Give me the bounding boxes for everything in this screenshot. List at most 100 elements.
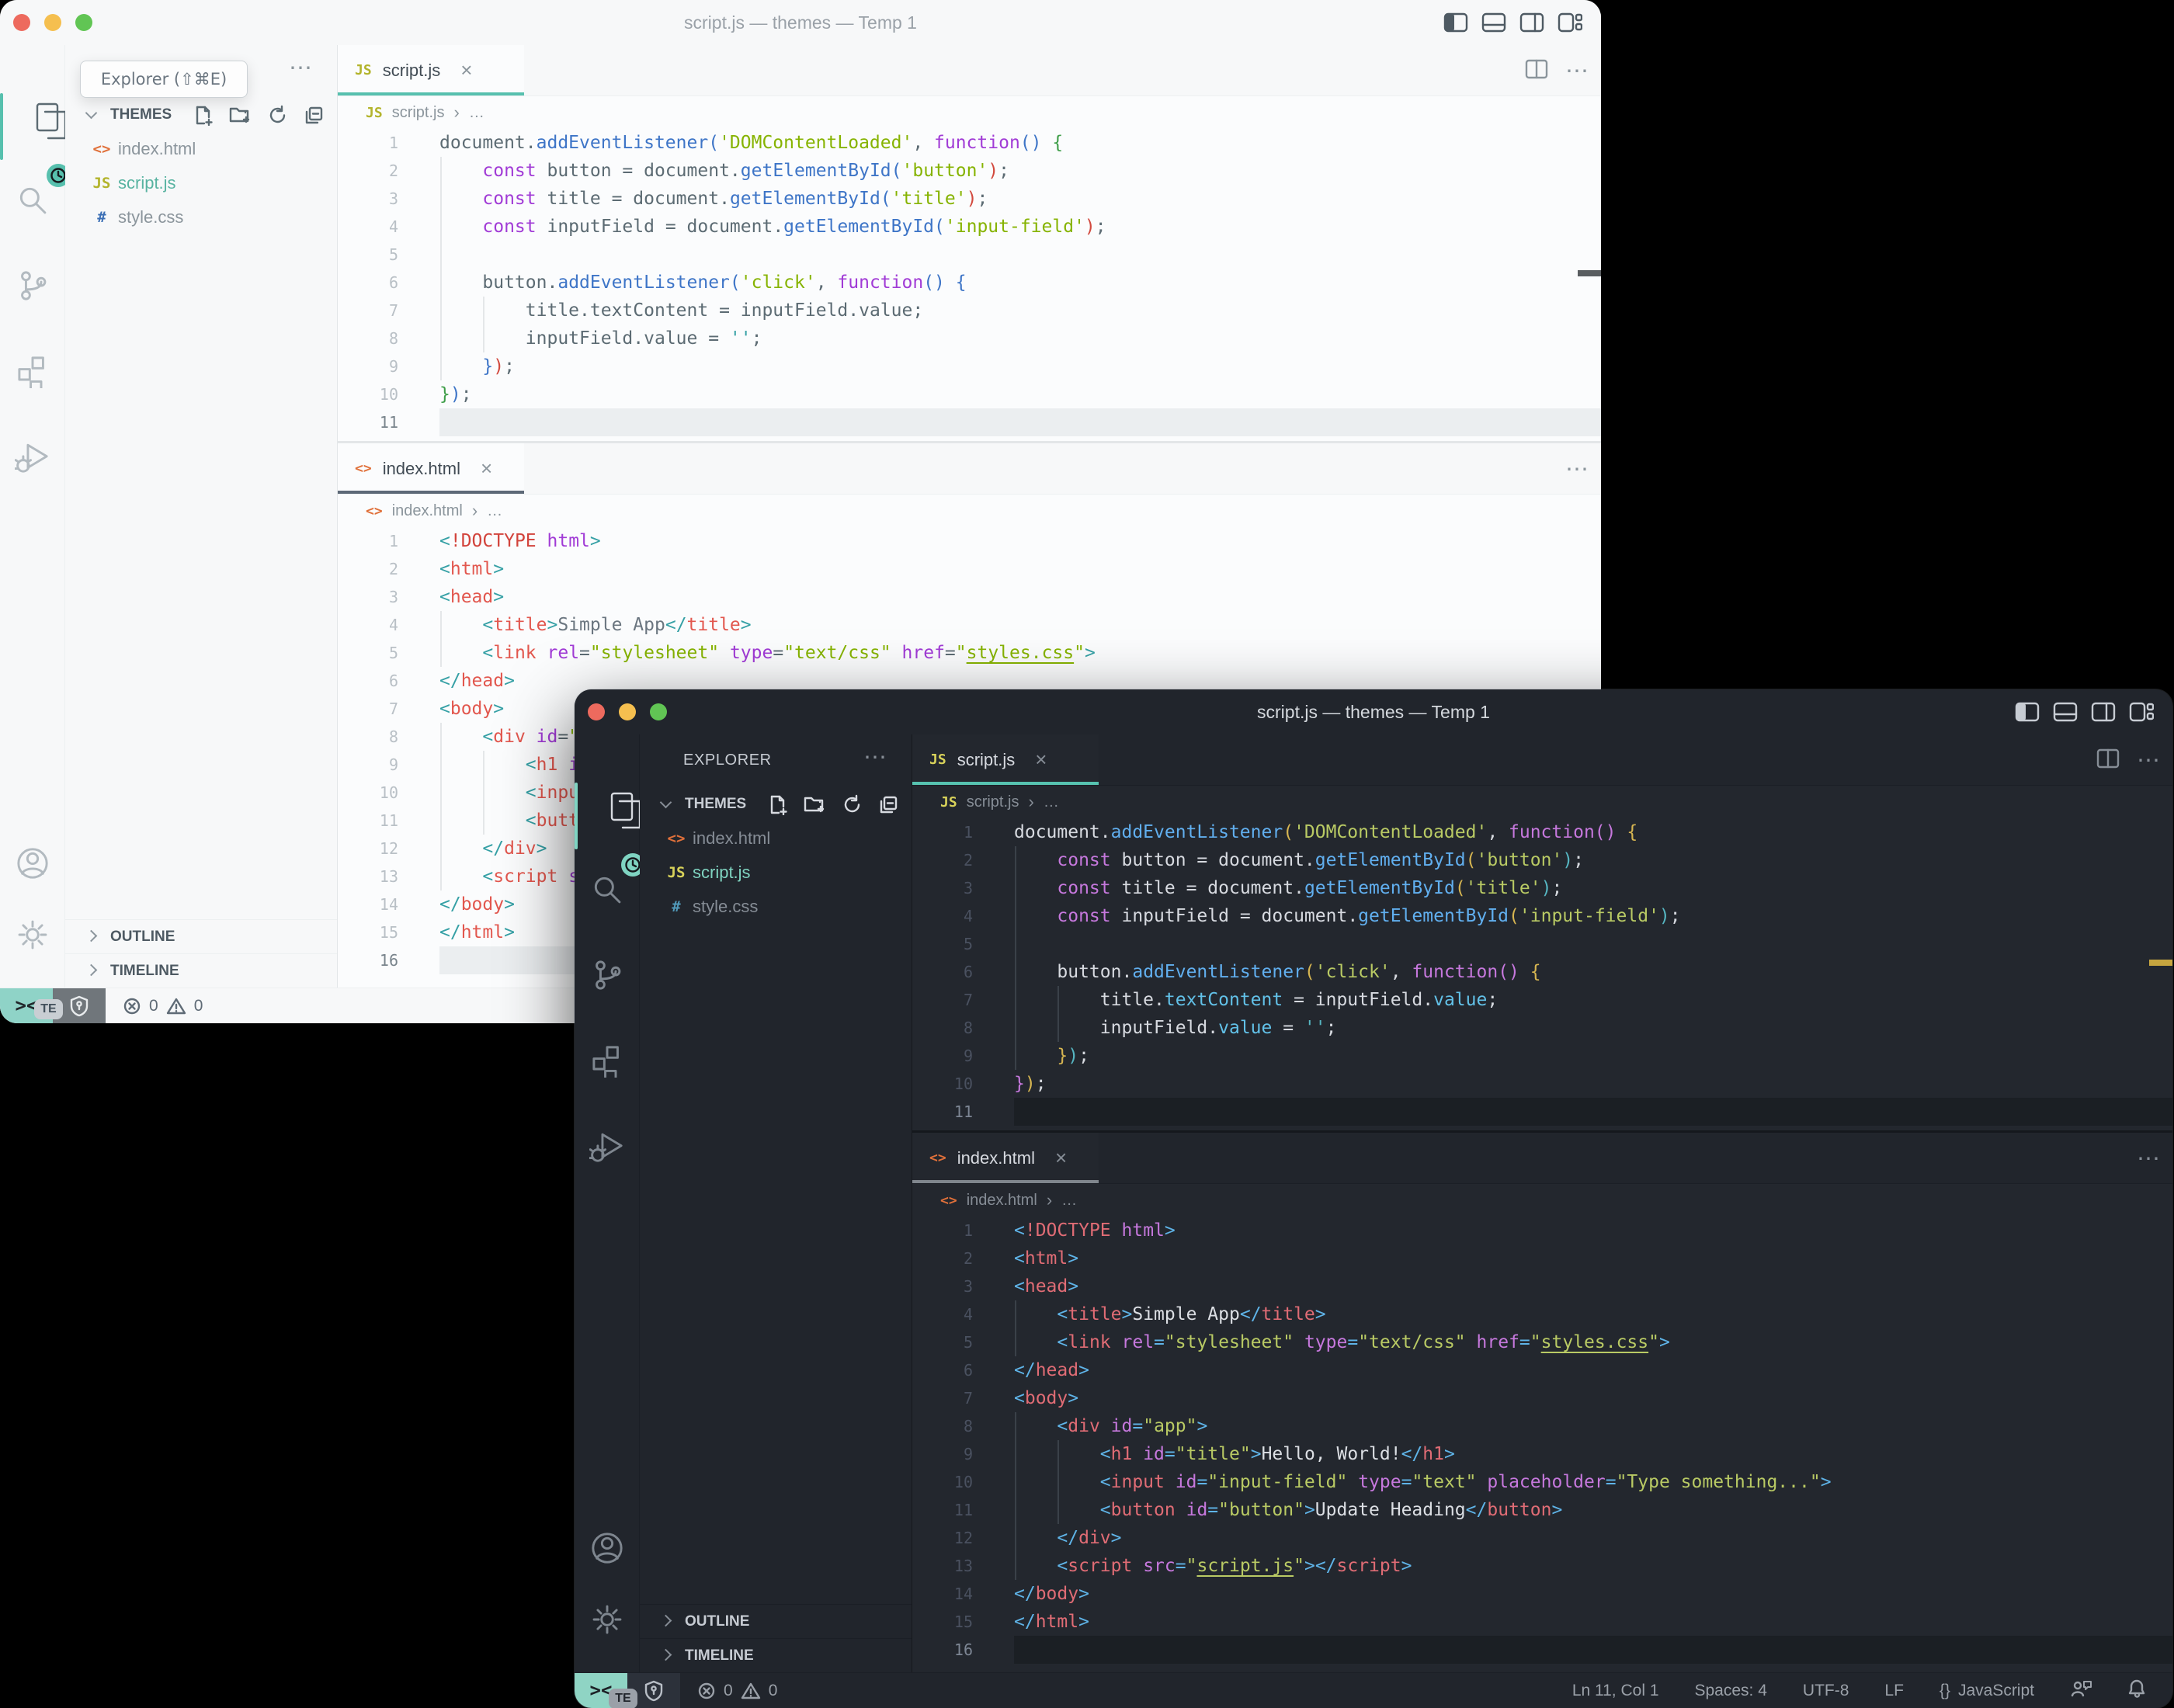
breadcrumb-symbol[interactable]: … (487, 502, 502, 520)
code-line[interactable]: 1 document.addEventListener('DOMContentLo… (338, 129, 1601, 157)
breadcrumb-file[interactable]: index.html (967, 1192, 1037, 1210)
indentation-status[interactable]: Spaces: 4 (1695, 1682, 1767, 1700)
search-icon[interactable] (16, 183, 50, 221)
language-mode-status[interactable]: {} JavaScript (1940, 1682, 2034, 1700)
breadcrumb[interactable]: JS script.js › … (366, 96, 484, 129)
tab-index-html[interactable]: <> index.html × (338, 443, 524, 494)
code-line[interactable]: 1 <!DOCTYPE html> (912, 1217, 2172, 1245)
code-line[interactable]: 6 button.addEventListener('click', funct… (338, 269, 1601, 297)
close-icon[interactable]: × (1055, 1146, 1067, 1170)
explorer-icon[interactable] (607, 792, 644, 877)
code-line[interactable]: 7 <body> (912, 1384, 2172, 1412)
outline-section[interactable]: OUTLINE (65, 919, 337, 953)
tab-index-html[interactable]: <> index.html × (912, 1133, 1099, 1183)
code-line[interactable]: 6 button.addEventListener('click', funct… (912, 958, 2172, 986)
code-line[interactable]: 7 title.textContent = inputField.value; (338, 297, 1601, 325)
code-line[interactable]: 4 const inputField = document.getElement… (338, 213, 1601, 241)
code-line[interactable]: 10}); (912, 1070, 2172, 1098)
code-line[interactable]: 2 const button = document.getElementById… (912, 846, 2172, 874)
code-line[interactable]: 9 }); (912, 1042, 2172, 1070)
search-icon[interactable] (590, 873, 624, 911)
file-item-style-css[interactable]: # style.css (640, 890, 912, 924)
outline-section[interactable]: OUTLINE (640, 1604, 912, 1638)
file-item-script-js[interactable]: JS script.js (65, 166, 337, 200)
tab-script-js[interactable]: JS script.js × (912, 734, 1099, 785)
tab-script-js[interactable]: JS script.js × (338, 45, 524, 95)
code-line[interactable]: 4 <title>Simple App</title> (338, 611, 1601, 639)
code-editor-script-js[interactable]: 1 document.addEventListener('DOMContentLo… (912, 818, 2172, 1126)
code-line[interactable]: 7 title.textContent = inputField.value; (912, 986, 2172, 1014)
split-editor-icon[interactable] (1525, 59, 1548, 83)
toggle-secondary-sidebar-icon[interactable] (1519, 12, 1544, 33)
file-item-index-html[interactable]: <> index.html (640, 821, 912, 856)
code-line[interactable]: 4 const inputField = document.getElement… (912, 902, 2172, 930)
code-line[interactable]: 11 (912, 1098, 2172, 1126)
toggle-primary-sidebar-icon[interactable] (1443, 12, 1468, 33)
code-line[interactable]: 2 const button = document.getElementById… (338, 157, 1601, 185)
new-folder-icon[interactable] (804, 794, 826, 819)
window-titlebar[interactable]: script.js — themes — Temp 1 (0, 0, 1601, 45)
toggle-primary-sidebar-icon[interactable] (2015, 702, 2040, 722)
new-file-icon[interactable] (767, 794, 788, 819)
code-line[interactable]: 5 <link rel="stylesheet" type="text/css"… (912, 1328, 2172, 1356)
code-line[interactable]: 5 <link rel="stylesheet" type="text/css"… (338, 639, 1601, 667)
source-control-icon[interactable] (590, 958, 624, 996)
code-line[interactable]: 2 <html> (338, 555, 1601, 583)
file-item-style-css[interactable]: # style.css (65, 200, 337, 234)
code-line[interactable]: 8 <div id="app"> (912, 1412, 2172, 1440)
close-icon[interactable]: × (1035, 748, 1047, 772)
code-line[interactable]: 15 </html> (912, 1608, 2172, 1636)
feedback-icon[interactable] (2070, 1678, 2092, 1703)
code-line[interactable]: 1 document.addEventListener('DOMContentLo… (912, 818, 2172, 846)
themes-section-header[interactable]: THEMES (65, 99, 337, 130)
breadcrumb-symbol[interactable]: … (1061, 1192, 1077, 1210)
code-line[interactable]: 2 <html> (912, 1245, 2172, 1272)
encoding-status[interactable]: UTF-8 (1803, 1682, 1849, 1700)
problems-status[interactable]: 0 0 (697, 1673, 777, 1708)
code-line[interactable]: 11 (338, 408, 1601, 436)
settings-gear-icon[interactable] (589, 1602, 625, 1641)
code-editor-script-js[interactable]: 1 document.addEventListener('DOMContentLo… (338, 129, 1601, 436)
source-control-icon[interactable] (16, 269, 50, 307)
extensions-icon[interactable] (590, 1043, 624, 1083)
refresh-icon[interactable] (842, 794, 863, 819)
account-icon[interactable] (15, 845, 50, 885)
account-icon[interactable] (589, 1530, 625, 1570)
code-line[interactable]: 6 </head> (912, 1356, 2172, 1384)
close-icon[interactable]: × (460, 58, 472, 82)
themes-section-header[interactable]: THEMES (640, 789, 912, 820)
breadcrumb-file[interactable]: script.js (392, 104, 445, 122)
sidebar-more-icon[interactable]: ⋯ (863, 734, 888, 786)
timeline-section[interactable]: TIMELINE (65, 953, 337, 988)
collapse-all-icon[interactable] (878, 794, 899, 819)
sidebar-more-icon[interactable]: ⋯ (289, 45, 314, 96)
code-line[interactable]: 10}); (338, 380, 1601, 408)
toggle-panel-icon[interactable] (1481, 12, 1506, 33)
editor-more-icon[interactable]: ⋯ (2137, 1145, 2162, 1172)
breadcrumb[interactable]: <> index.html › … (366, 495, 502, 527)
eol-status[interactable]: LF (1884, 1682, 1904, 1700)
toggle-secondary-sidebar-icon[interactable] (2091, 702, 2116, 722)
code-line[interactable]: 14 </body> (912, 1580, 2172, 1608)
breadcrumb[interactable]: <> index.html › … (940, 1184, 1077, 1217)
code-line[interactable]: 5 (912, 930, 2172, 958)
breadcrumb-file[interactable]: script.js (967, 793, 1019, 811)
breadcrumb[interactable]: JS script.js › … (940, 786, 1059, 818)
bell-icon[interactable] (2127, 1678, 2146, 1703)
new-folder-icon[interactable] (229, 105, 252, 130)
code-line[interactable]: 13 <script src="script.js"></script> (912, 1552, 2172, 1580)
cursor-position-status[interactable]: Ln 11, Col 1 (1572, 1682, 1659, 1700)
editor-more-icon[interactable]: ⋯ (1565, 456, 1590, 483)
code-line[interactable]: 4 <title>Simple App</title> (912, 1300, 2172, 1328)
code-line[interactable]: 3 <head> (912, 1272, 2172, 1300)
file-item-script-js[interactable]: JS script.js (640, 856, 912, 890)
code-editor-index-html[interactable]: 1 <!DOCTYPE html> 2 <html> 3 <head> 4 <title>S… (912, 1217, 2172, 1664)
extensions-icon[interactable] (16, 354, 50, 394)
timeline-section[interactable]: TIMELINE (640, 1638, 912, 1672)
code-line[interactable]: 11 <button id="button">Update Heading</b… (912, 1496, 2172, 1524)
code-line[interactable]: 9 }); (338, 352, 1601, 380)
code-line[interactable]: 9 <h1 id="title">Hello, World!</h1> (912, 1440, 2172, 1468)
customize-layout-icon[interactable] (2129, 702, 2154, 722)
file-item-index-html[interactable]: <> index.html (65, 132, 337, 166)
code-line[interactable]: 16 (912, 1636, 2172, 1664)
